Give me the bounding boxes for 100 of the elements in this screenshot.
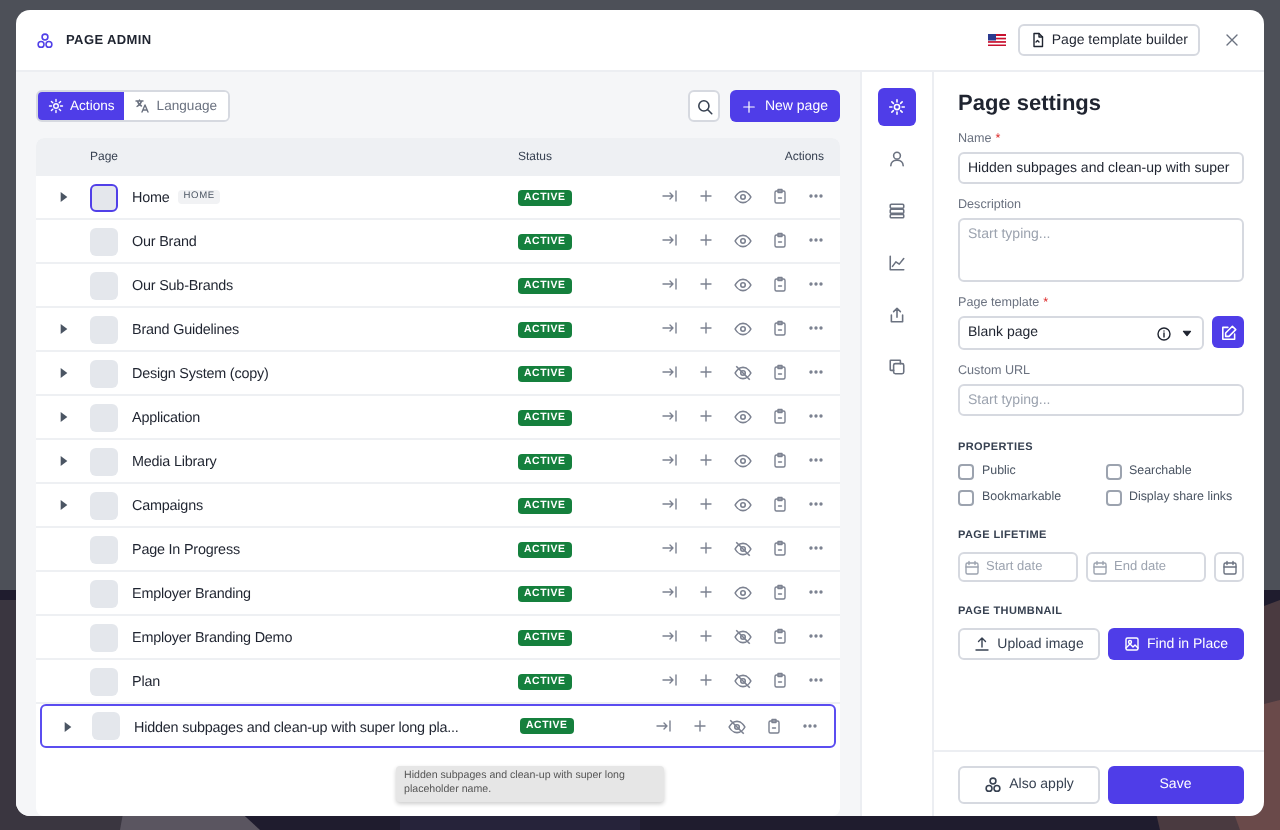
- add-button[interactable]: [698, 320, 714, 338]
- clipboard-button[interactable]: [772, 364, 788, 382]
- hidden-eye-button[interactable]: [734, 540, 752, 558]
- page-thumbnail[interactable]: [90, 535, 118, 563]
- hidden-eye-button[interactable]: [734, 364, 752, 382]
- page-thumbnail[interactable]: [90, 623, 118, 651]
- eye-button[interactable]: [734, 188, 752, 206]
- add-button[interactable]: [698, 628, 714, 646]
- expand-caret-icon[interactable]: [59, 412, 67, 422]
- arrow-to-line-icon: [662, 188, 678, 204]
- clipboard-icon: [772, 276, 788, 292]
- hidden-eye-button[interactable]: [728, 717, 746, 735]
- clipboard-button[interactable]: [772, 628, 788, 646]
- checkbox[interactable]: [958, 464, 974, 480]
- clipboard-button[interactable]: [772, 188, 788, 206]
- add-button[interactable]: [698, 364, 714, 382]
- move-button[interactable]: [662, 320, 678, 338]
- add-button[interactable]: [698, 452, 714, 470]
- expand-caret-icon[interactable]: [59, 456, 67, 466]
- document-icon: [1029, 32, 1046, 48]
- move-button[interactable]: [662, 628, 678, 646]
- clipboard-icon: [772, 188, 788, 204]
- page-thumbnail[interactable]: [90, 359, 118, 387]
- move-button[interactable]: [662, 232, 678, 250]
- search-button[interactable]: [688, 90, 721, 122]
- page-thumbnail[interactable]: [92, 712, 120, 740]
- calendar-button[interactable]: [1214, 552, 1244, 582]
- clipboard-button[interactable]: [772, 408, 788, 426]
- move-button[interactable]: [662, 408, 678, 426]
- add-button[interactable]: [698, 232, 714, 250]
- person-icon: [888, 150, 906, 168]
- stack-icon: [888, 202, 906, 220]
- clipboard-button[interactable]: [772, 276, 788, 294]
- add-button[interactable]: [698, 584, 714, 602]
- move-button[interactable]: [662, 540, 678, 558]
- page-thumbnail[interactable]: [90, 227, 118, 255]
- move-button[interactable]: [662, 496, 678, 514]
- page-thumbnail[interactable]: [90, 667, 118, 695]
- checkbox[interactable]: [1105, 490, 1121, 506]
- edit-button[interactable]: [1212, 316, 1244, 348]
- page-thumbnail[interactable]: [90, 183, 118, 211]
- add-button[interactable]: [698, 540, 714, 558]
- share-icon: [888, 306, 906, 324]
- clipboard-button[interactable]: [772, 320, 788, 338]
- more-icon: [808, 320, 824, 336]
- sidebar-tab[interactable]: [878, 88, 916, 126]
- clipboard-button[interactable]: [772, 452, 788, 470]
- expand-caret-icon[interactable]: [59, 368, 67, 378]
- edit-icon: [1219, 323, 1237, 341]
- upload-icon: [973, 636, 990, 652]
- page-thumbnail[interactable]: [90, 271, 118, 299]
- clipboard-button[interactable]: [772, 540, 788, 558]
- page-thumbnail[interactable]: [90, 491, 118, 519]
- eye-button[interactable]: [734, 320, 752, 338]
- page-thumbnail[interactable]: [90, 447, 118, 475]
- more-icon: [808, 452, 824, 468]
- eye-button[interactable]: [734, 496, 752, 514]
- checkbox[interactable]: [958, 490, 974, 506]
- expand-caret-icon[interactable]: [59, 192, 67, 202]
- page-thumbnail[interactable]: [90, 403, 118, 431]
- close-icon: [1224, 32, 1240, 48]
- eye-button[interactable]: [734, 452, 752, 470]
- add-button[interactable]: [698, 672, 714, 690]
- clipboard-icon: [772, 452, 788, 468]
- hidden-eye-button[interactable]: [734, 628, 752, 646]
- clipboard-button[interactable]: [772, 584, 788, 602]
- more-icon: [808, 188, 824, 204]
- eye-button[interactable]: [734, 584, 752, 602]
- move-button[interactable]: [662, 364, 678, 382]
- move-button[interactable]: [662, 452, 678, 470]
- clipboard-button[interactable]: [766, 717, 782, 735]
- checkbox[interactable]: [1105, 464, 1121, 480]
- eye-button[interactable]: [734, 276, 752, 294]
- expand-caret-icon[interactable]: [63, 721, 71, 731]
- add-button[interactable]: [698, 188, 714, 206]
- arrow-to-line-icon: [662, 628, 678, 644]
- move-button[interactable]: [662, 276, 678, 294]
- eye-button[interactable]: [734, 408, 752, 426]
- expand-caret-icon[interactable]: [59, 500, 67, 510]
- calendar-icon: [1221, 559, 1237, 575]
- eye-button[interactable]: [734, 232, 752, 250]
- clipboard-button[interactable]: [772, 232, 788, 250]
- move-button[interactable]: [662, 188, 678, 206]
- move-button[interactable]: [656, 717, 672, 735]
- move-button[interactable]: [662, 584, 678, 602]
- clipboard-icon: [766, 717, 782, 733]
- add-button[interactable]: [698, 276, 714, 294]
- arrow-to-line-icon: [662, 408, 678, 424]
- page-thumbnail[interactable]: [90, 579, 118, 607]
- hidden-eye-button[interactable]: [734, 672, 752, 690]
- move-button[interactable]: [662, 672, 678, 690]
- clipboard-button[interactable]: [772, 496, 788, 514]
- add-button[interactable]: [698, 496, 714, 514]
- add-button[interactable]: [698, 408, 714, 426]
- expand-caret-icon[interactable]: [59, 324, 67, 334]
- clipboard-button[interactable]: [772, 672, 788, 690]
- add-button[interactable]: [692, 717, 708, 735]
- clipboard-icon: [772, 540, 788, 556]
- page-thumbnail[interactable]: [90, 315, 118, 343]
- flag-icon[interactable]: [987, 34, 1006, 46]
